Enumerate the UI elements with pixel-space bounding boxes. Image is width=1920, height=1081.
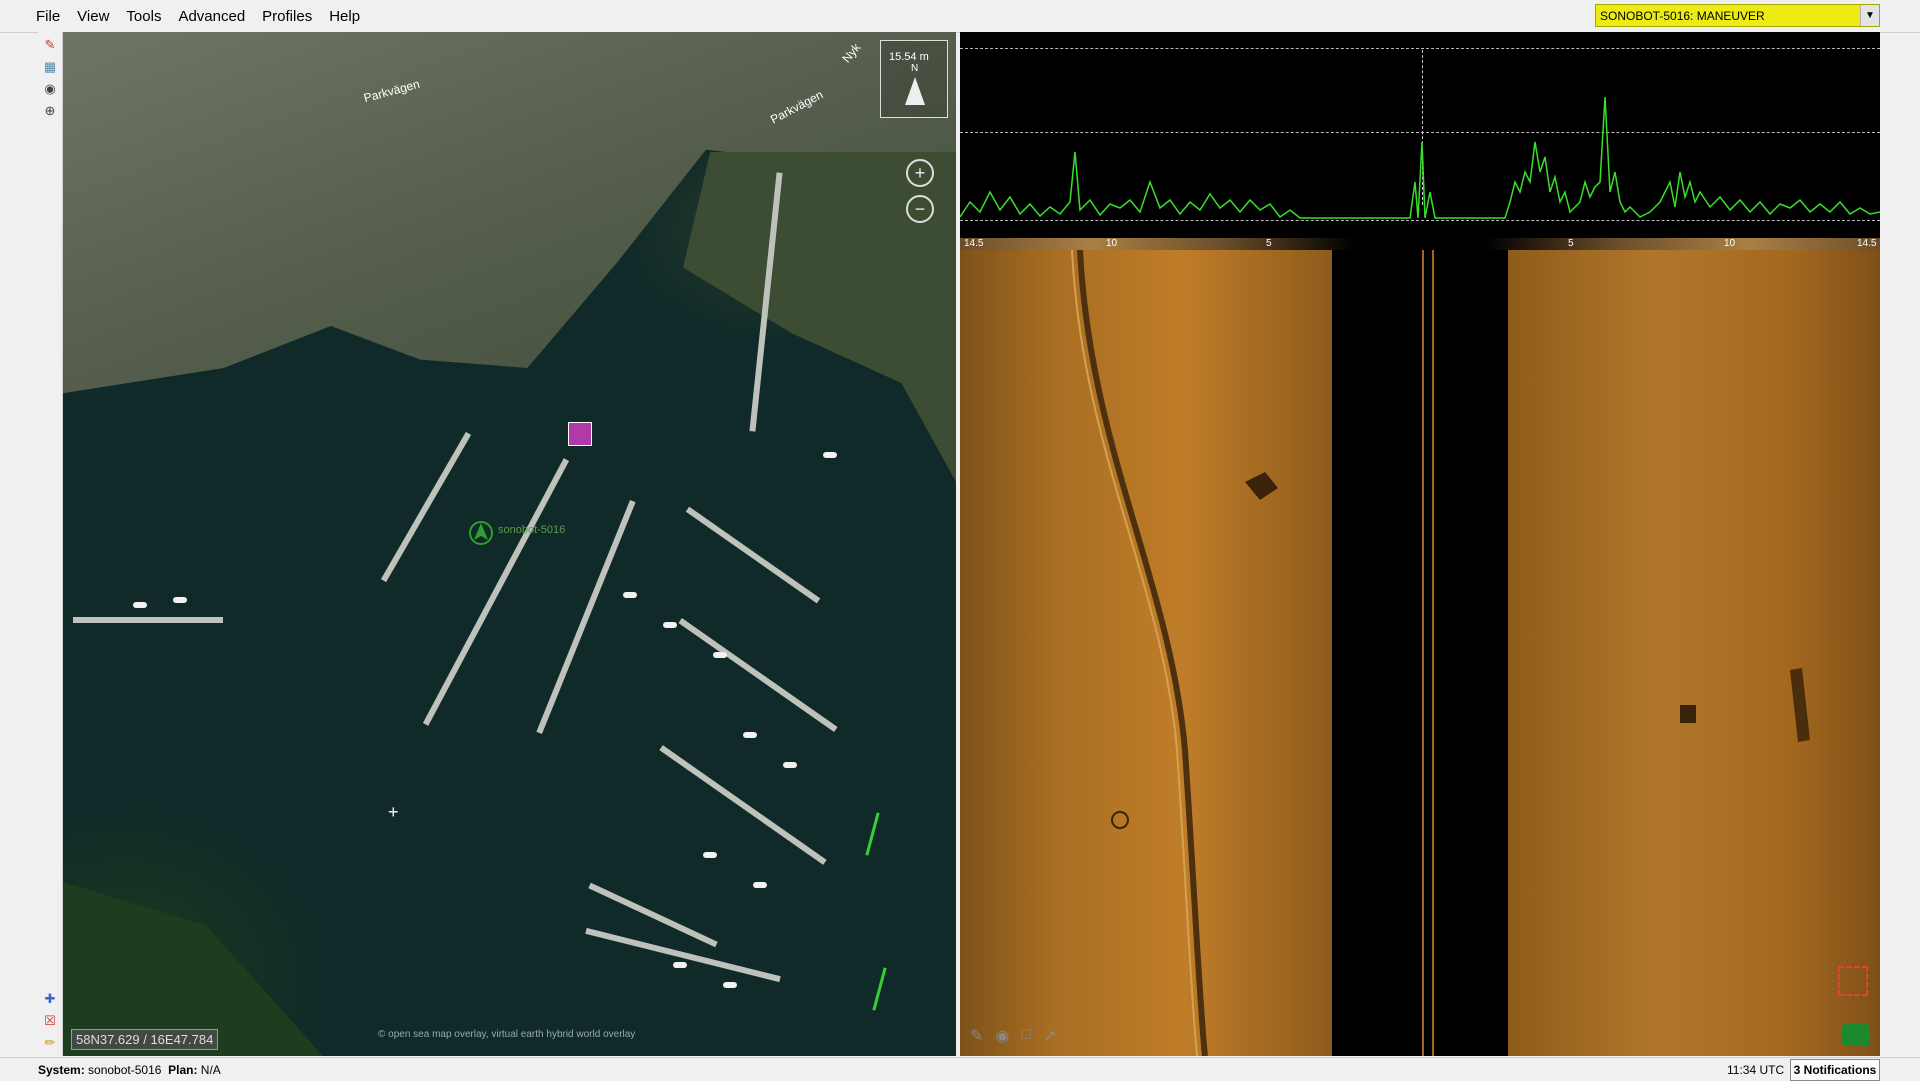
pier — [422, 458, 570, 726]
menu-bar: File View Tools Advanced Profiles Help S… — [0, 0, 1920, 33]
boat — [783, 762, 797, 768]
system-label: System: — [38, 1062, 85, 1077]
cursor-coordinates: 58N37.629 / 16E47.784 — [71, 1029, 219, 1050]
utc-time: 11:34 UTC — [1727, 1062, 1785, 1077]
target-icon[interactable]: ⊕ — [41, 102, 59, 120]
map-attribution: © open sea map overlay, virtual earth hy… — [378, 1029, 636, 1040]
north-arrow-icon — [905, 77, 925, 105]
vehicle-mode-value: SONOBOT-5016: MANEUVER — [1600, 8, 1765, 23]
scale-distance: 15.54 m — [889, 51, 929, 63]
plan-value: N/A — [200, 1062, 221, 1077]
track-line — [872, 967, 887, 1011]
range-tick: 10 — [1724, 238, 1736, 249]
map-view[interactable]: Parkvägen Parkvägen Nyk 15.54 m N + − so… — [63, 32, 956, 1056]
boat — [663, 622, 677, 628]
menu-advanced[interactable]: Advanced — [178, 8, 245, 25]
vehicle-marker-icon[interactable] — [468, 520, 494, 550]
main-menu: File View Tools Advanced Profiles Help — [36, 0, 377, 32]
status-bar: System: sonobot-5016 Plan: N/A 11:34 UTC… — [0, 1057, 1920, 1081]
seafloor-features — [1071, 250, 1810, 1056]
track-line — [865, 812, 880, 856]
measure-icon[interactable]: ✎ — [970, 1026, 983, 1046]
pier — [659, 745, 827, 865]
eye-icon[interactable]: ◉ — [41, 80, 59, 98]
range-tick: 5 — [1568, 238, 1574, 249]
sonar-toolbar: ✎ ◉ □ ↗ — [970, 1026, 1056, 1046]
export-icon[interactable]: ↗ — [1043, 1026, 1056, 1046]
pin-icon[interactable]: ◉ — [995, 1026, 1009, 1046]
pier — [585, 927, 781, 983]
status-system: System: sonobot-5016 Plan: N/A — [38, 1063, 221, 1077]
range-tick: 14.5 — [964, 238, 984, 249]
range-ruler: 14.5 10 5 5 10 14.5 — [960, 238, 1880, 250]
delete-icon[interactable]: ☒ — [41, 1012, 59, 1030]
zoom-out-icon[interactable]: − — [906, 195, 934, 223]
menu-file[interactable]: File — [36, 8, 60, 25]
pier — [678, 618, 838, 732]
map-layer-icon[interactable]: ▦ — [41, 58, 59, 76]
pier — [73, 617, 223, 623]
boat — [133, 602, 147, 608]
boat — [623, 592, 637, 598]
select-area-icon[interactable]: □ — [1021, 1026, 1031, 1046]
boat — [743, 732, 757, 738]
range-tick: 5 — [1266, 238, 1272, 249]
scale-north-indicator: 15.54 m N — [880, 40, 948, 118]
system-value: sonobot-5016 — [88, 1062, 162, 1077]
echo-profile-panel — [960, 32, 1880, 237]
sidescan-image — [960, 250, 1880, 1056]
camera-icon[interactable] — [1842, 1024, 1870, 1046]
chevron-down-icon[interactable]: ▼ — [1860, 5, 1879, 26]
boat — [673, 962, 687, 968]
menu-profiles[interactable]: Profiles — [262, 8, 312, 25]
vehicle-label: sonobot-5016 — [498, 524, 566, 536]
edit-icon[interactable]: ✏ — [41, 1034, 59, 1052]
map-crosshair-icon: + — [388, 802, 399, 822]
plan-label: Plan: — [168, 1062, 198, 1077]
boat — [753, 882, 767, 888]
boat — [173, 597, 187, 603]
capture-region-icon[interactable] — [1838, 966, 1868, 996]
pier — [685, 506, 821, 604]
boat — [723, 982, 737, 988]
boat — [703, 852, 717, 858]
boat — [713, 652, 727, 658]
menu-tools[interactable]: Tools — [126, 8, 161, 25]
menu-help[interactable]: Help — [329, 8, 360, 25]
notifications-button[interactable]: 3 Notifications — [1790, 1059, 1880, 1081]
waypoint-add-icon[interactable]: ✚ — [41, 990, 59, 1008]
pier — [380, 431, 472, 583]
sonar-view[interactable]: 14.5 10 5 5 10 14.5 ✎ ◉ □ ↗ — [960, 32, 1880, 1056]
zoom-in-icon[interactable]: + — [906, 159, 934, 187]
menu-view[interactable]: View — [77, 8, 109, 25]
range-tick: 10 — [1106, 238, 1118, 249]
left-toolbar: ✎ ▦ ◉ ⊕ ✚ ☒ ✏ — [38, 32, 63, 1056]
north-label: N — [911, 63, 919, 74]
boat — [823, 452, 837, 458]
range-tick: 14.5 — [1857, 238, 1877, 249]
pencil-icon[interactable]: ✎ — [41, 36, 59, 54]
vehicle-mode-select[interactable]: SONOBOT-5016: MANEUVER ▼ — [1595, 4, 1880, 27]
dock-marker-icon[interactable] — [568, 422, 592, 446]
echo-profile-graph — [960, 96, 1880, 219]
